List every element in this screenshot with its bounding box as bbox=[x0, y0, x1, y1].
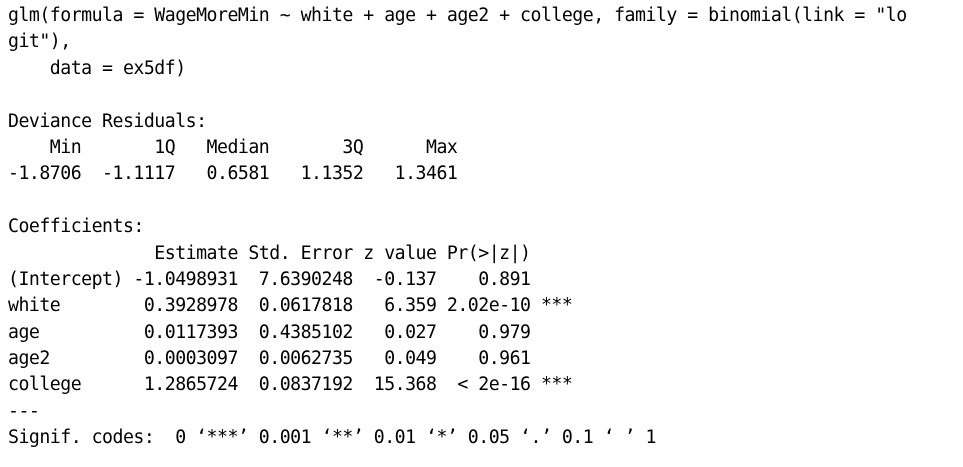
deviance-residuals-header: Min 1Q Median 3Q Max bbox=[8, 136, 479, 158]
glm-call-line-1: glm(formula = WageMoreMin ~ white + age … bbox=[8, 5, 907, 26]
signif-codes-line: Signif. codes: 0 ‘***’ 0.001 ‘**’ 0.01 ‘… bbox=[8, 427, 656, 449]
deviance-residuals-heading: Deviance Residuals: bbox=[8, 110, 207, 132]
coefficient-row-age: age 0.0117393 0.4385102 0.027 0.979 bbox=[8, 321, 573, 343]
coefficients-heading: Coefficients: bbox=[8, 216, 144, 238]
deviance-residuals-values: -1.8706 -1.1117 0.6581 1.1352 1.3461 bbox=[8, 163, 479, 185]
coefficient-row-college: college 1.2865724 0.0837192 15.368 < 2e-… bbox=[8, 374, 573, 396]
coefficient-row-white: white 0.3928978 0.0617818 6.359 2.02e-10… bbox=[8, 295, 573, 317]
glm-call-line-3: data = ex5df) bbox=[8, 57, 186, 79]
glm-call-line-2: git"), bbox=[8, 31, 71, 53]
coefficients-header: Estimate Std. Error z value Pr(>|z|) bbox=[8, 242, 573, 264]
r-console-output: glm(formula = WageMoreMin ~ white + age … bbox=[8, 3, 958, 452]
coefficient-row-intercept: (Intercept) -1.0498931 7.6390248 -0.137 … bbox=[8, 268, 573, 290]
coefficient-row-age2: age2 0.0003097 0.0062735 0.049 0.961 bbox=[8, 348, 573, 370]
separator-line: --- bbox=[8, 400, 40, 422]
